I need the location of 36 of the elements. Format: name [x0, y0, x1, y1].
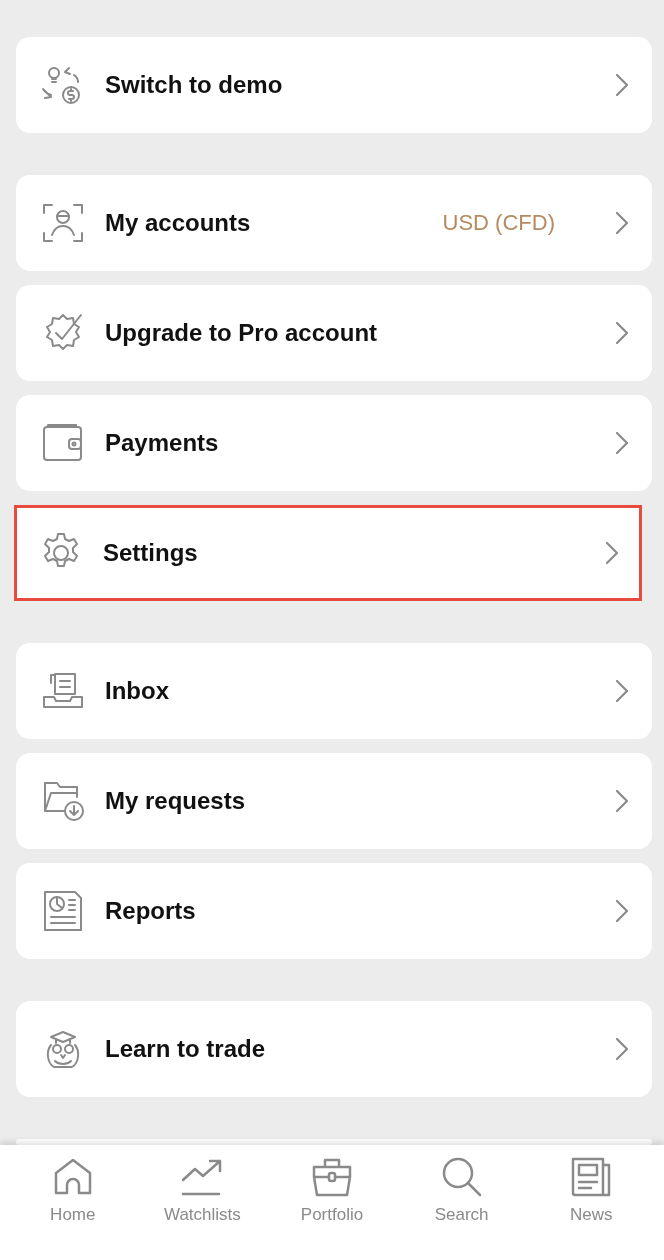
menu-label: Upgrade to Pro account: [105, 319, 379, 347]
menu-label: Switch to demo: [105, 71, 284, 99]
menu-item[interactable]: Reports: [16, 863, 652, 959]
chevron-right-icon: [615, 73, 629, 97]
chevron-right-icon: [615, 789, 629, 813]
menu-item[interactable]: Inbox: [16, 643, 652, 739]
menu-label: Payments: [105, 429, 220, 457]
folder-download-icon: [41, 779, 85, 823]
menu-label: Inbox: [105, 677, 170, 705]
menu-item[interactable]: Learn to trade: [16, 1001, 652, 1097]
nav-tab[interactable]: Watchlists: [147, 1155, 258, 1235]
menu-label: Settings: [103, 539, 199, 567]
chevron-right-icon: [615, 679, 629, 703]
menu-item[interactable]: My requests: [16, 753, 652, 849]
menu-item[interactable]: Upgrade to Pro account: [16, 285, 652, 381]
chevron-right-icon: [615, 1037, 629, 1061]
menu-label: Learn to trade: [105, 1035, 267, 1063]
nav-tab[interactable]: Home: [17, 1155, 128, 1235]
chevron-right-icon: [615, 899, 629, 923]
menu-label: My accounts: [105, 209, 252, 237]
nav-tab[interactable]: Portfolio: [277, 1155, 387, 1235]
menu-item[interactable]: My accounts USD (CFD): [16, 175, 652, 271]
chevron-right-icon: [615, 431, 629, 455]
chevron-right-icon: [605, 541, 619, 565]
menu-item[interactable]: Switch to demo: [16, 37, 652, 133]
menu-item[interactable]: Settings: [14, 505, 642, 601]
chevron-right-icon: [615, 211, 629, 235]
report-icon: [41, 889, 85, 933]
user-scan-icon: [41, 201, 85, 245]
menu-label: Reports: [105, 897, 197, 925]
account-currency: USD (CFD): [442, 210, 555, 236]
menu-item[interactable]: Payments: [16, 395, 652, 491]
chevron-right-icon: [615, 321, 629, 345]
menu-label: My requests: [105, 787, 247, 815]
nav-tab[interactable]: News: [536, 1155, 647, 1235]
nav-tab[interactable]: Search: [406, 1155, 517, 1235]
